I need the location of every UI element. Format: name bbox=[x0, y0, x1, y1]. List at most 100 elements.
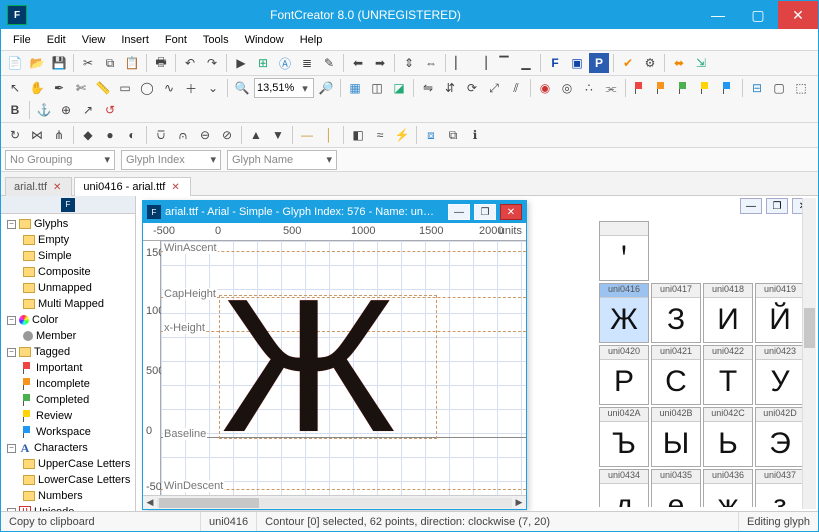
tab-glyph[interactable]: uni0416 - arial.ttf✕ bbox=[74, 177, 190, 196]
scroll-thumb[interactable] bbox=[159, 498, 259, 508]
curve-icon[interactable]: ∿ bbox=[159, 78, 179, 98]
tree-item[interactable]: Numbers bbox=[1, 488, 135, 504]
decompose-icon[interactable]: ⧉ bbox=[443, 125, 463, 145]
flip-h-icon[interactable]: ⇋ bbox=[418, 78, 438, 98]
mdi-restore-button[interactable]: ❐ bbox=[766, 198, 788, 214]
tag-yellow-icon[interactable] bbox=[696, 78, 716, 98]
zoom-in-icon[interactable]: 🔎 bbox=[316, 78, 336, 98]
skew-icon[interactable]: ⫽ bbox=[506, 78, 526, 98]
tree-item[interactable]: Incomplete bbox=[1, 376, 135, 392]
glyph-cell[interactable]: uni0419Й bbox=[755, 283, 805, 343]
snap-grid-icon[interactable]: ▦ bbox=[345, 78, 365, 98]
redo-icon[interactable]: ↷ bbox=[202, 53, 222, 73]
menu-file[interactable]: File bbox=[7, 32, 37, 48]
select-all-icon[interactable]: ⬚ bbox=[791, 78, 811, 98]
glyph-cell[interactable]: uni0435е bbox=[651, 469, 701, 507]
guide-v-icon[interactable]: │ bbox=[319, 125, 339, 145]
tree-tagged[interactable]: −Tagged bbox=[1, 344, 135, 360]
target-icon[interactable]: ⊕ bbox=[56, 100, 76, 120]
close-icon[interactable]: ✕ bbox=[171, 182, 179, 193]
undo-icon[interactable]: ↶ bbox=[180, 53, 200, 73]
guide-h-icon[interactable]: — bbox=[297, 125, 317, 145]
chevron-down-icon[interactable]: ▾ bbox=[210, 153, 216, 166]
expand-icon[interactable]: ⬌ bbox=[669, 53, 689, 73]
scroll-right-button[interactable]: ▶ bbox=[512, 497, 526, 509]
check-icon[interactable]: ✔ bbox=[618, 53, 638, 73]
snap-contour-icon[interactable]: ◪ bbox=[389, 78, 409, 98]
glyph-cell[interactable]: uni042DЭ bbox=[755, 407, 805, 467]
bold-icon[interactable]: B bbox=[5, 100, 25, 120]
simplify-icon[interactable]: ≈ bbox=[370, 125, 390, 145]
tree-item[interactable]: Workspace bbox=[1, 424, 135, 440]
hand-icon[interactable]: ✋ bbox=[27, 78, 47, 98]
glyph-cell[interactable]: uni0416Ж bbox=[599, 283, 649, 343]
optimize-icon[interactable]: ⚡ bbox=[392, 125, 412, 145]
menu-edit[interactable]: Edit bbox=[41, 32, 72, 48]
tree-item[interactable]: Empty bbox=[1, 232, 135, 248]
subtract-icon[interactable]: ⊖ bbox=[195, 125, 215, 145]
reset-icon[interactable]: ↺ bbox=[100, 100, 120, 120]
edit-icon[interactable]: ✎ bbox=[319, 53, 339, 73]
close-button[interactable]: ✕ bbox=[778, 1, 818, 29]
tree-item[interactable]: Unmapped bbox=[1, 280, 135, 296]
menu-font[interactable]: Font bbox=[159, 32, 193, 48]
align-left-icon[interactable]: ▏ bbox=[450, 53, 470, 73]
next-icon[interactable]: ➡ bbox=[370, 53, 390, 73]
composite-icon[interactable]: ⧈ bbox=[421, 125, 441, 145]
glyph-cell[interactable]: uni0422Т bbox=[703, 345, 753, 405]
tree-item[interactable]: Review bbox=[1, 408, 135, 424]
contour-join-icon[interactable]: ⋈ bbox=[27, 125, 47, 145]
glyph-cell[interactable]: uni0420Р bbox=[599, 345, 649, 405]
zoom-combo[interactable]: ▾ bbox=[254, 78, 314, 98]
link-icon[interactable]: ↗ bbox=[78, 100, 98, 120]
scroll-left-button[interactable]: ◀ bbox=[143, 497, 157, 509]
flip-v-icon[interactable]: ⇵ bbox=[440, 78, 460, 98]
tree-glyphs[interactable]: −Glyphs bbox=[1, 216, 135, 232]
union-icon[interactable]: ⩂ bbox=[151, 125, 171, 145]
metrics-icon[interactable]: ⊟ bbox=[747, 78, 767, 98]
preview-icon[interactable]: ▣ bbox=[567, 53, 587, 73]
sub-titlebar[interactable]: F arial.ttf - Arial - Simple - Glyph Ind… bbox=[143, 201, 526, 223]
pen-icon[interactable]: ✒ bbox=[49, 78, 69, 98]
tree-item[interactable]: Member bbox=[1, 328, 135, 344]
connect-icon[interactable]: ⫘ bbox=[601, 78, 621, 98]
add-point-icon[interactable]: ＋ bbox=[181, 78, 201, 98]
glyph-cell[interactable]: uni0421С bbox=[651, 345, 701, 405]
scale-icon[interactable]: ⤢ bbox=[484, 78, 504, 98]
new-icon[interactable]: 📄 bbox=[5, 53, 25, 73]
chevron-down-icon[interactable]: ▾ bbox=[104, 153, 110, 166]
glyph-cell[interactable]: uni0423У bbox=[755, 345, 805, 405]
edited-glyph[interactable]: Ж bbox=[221, 271, 396, 461]
name-combo[interactable]: Glyph Name▾ bbox=[227, 150, 337, 170]
font-test-icon[interactable]: F bbox=[545, 53, 565, 73]
pointer-icon[interactable]: ↖ bbox=[5, 78, 25, 98]
exclude-icon[interactable]: ⊘ bbox=[217, 125, 237, 145]
tree-item[interactable]: Simple bbox=[1, 248, 135, 264]
mdi-minimize-button[interactable]: — bbox=[740, 198, 762, 214]
ellipse-icon[interactable]: ◯ bbox=[137, 78, 157, 98]
v-align-icon[interactable]: ⇕ bbox=[399, 53, 419, 73]
zoom-out-icon[interactable]: 🔍 bbox=[232, 78, 252, 98]
tree-item[interactable]: LowerCase Letters bbox=[1, 472, 135, 488]
contour-direction-icon[interactable]: ↻ bbox=[5, 125, 25, 145]
contour-split-icon[interactable]: ⋔ bbox=[49, 125, 69, 145]
chevron-down-icon[interactable]: ▾ bbox=[326, 153, 332, 166]
measure-icon[interactable]: 📏 bbox=[93, 78, 113, 98]
glyph-canvas[interactable]: WinAscent CapHeight x-Height Baseline Wi… bbox=[161, 241, 526, 495]
menu-insert[interactable]: Insert bbox=[115, 32, 155, 48]
glyph-cell[interactable]: uni042CЬ bbox=[703, 407, 753, 467]
point-corner-icon[interactable]: ◆ bbox=[78, 125, 98, 145]
print-icon[interactable]: 🖶 bbox=[151, 53, 171, 73]
rect-icon[interactable]: ▭ bbox=[115, 78, 135, 98]
vscrollbar[interactable] bbox=[802, 198, 816, 509]
menu-view[interactable]: View bbox=[76, 32, 112, 48]
chevron-down-icon[interactable]: ▾ bbox=[299, 82, 311, 95]
align-top-icon[interactable]: ▔ bbox=[494, 53, 514, 73]
zoom-input[interactable] bbox=[257, 80, 299, 96]
save-icon[interactable]: 💾 bbox=[49, 53, 69, 73]
sub-maximize-button[interactable]: ❐ bbox=[474, 204, 496, 220]
points-icon[interactable]: ∴ bbox=[579, 78, 599, 98]
tree-item[interactable]: Important bbox=[1, 360, 135, 376]
tree-item[interactable]: UpperCase Letters bbox=[1, 456, 135, 472]
glyph-cell[interactable]: ꞌ bbox=[599, 221, 649, 281]
